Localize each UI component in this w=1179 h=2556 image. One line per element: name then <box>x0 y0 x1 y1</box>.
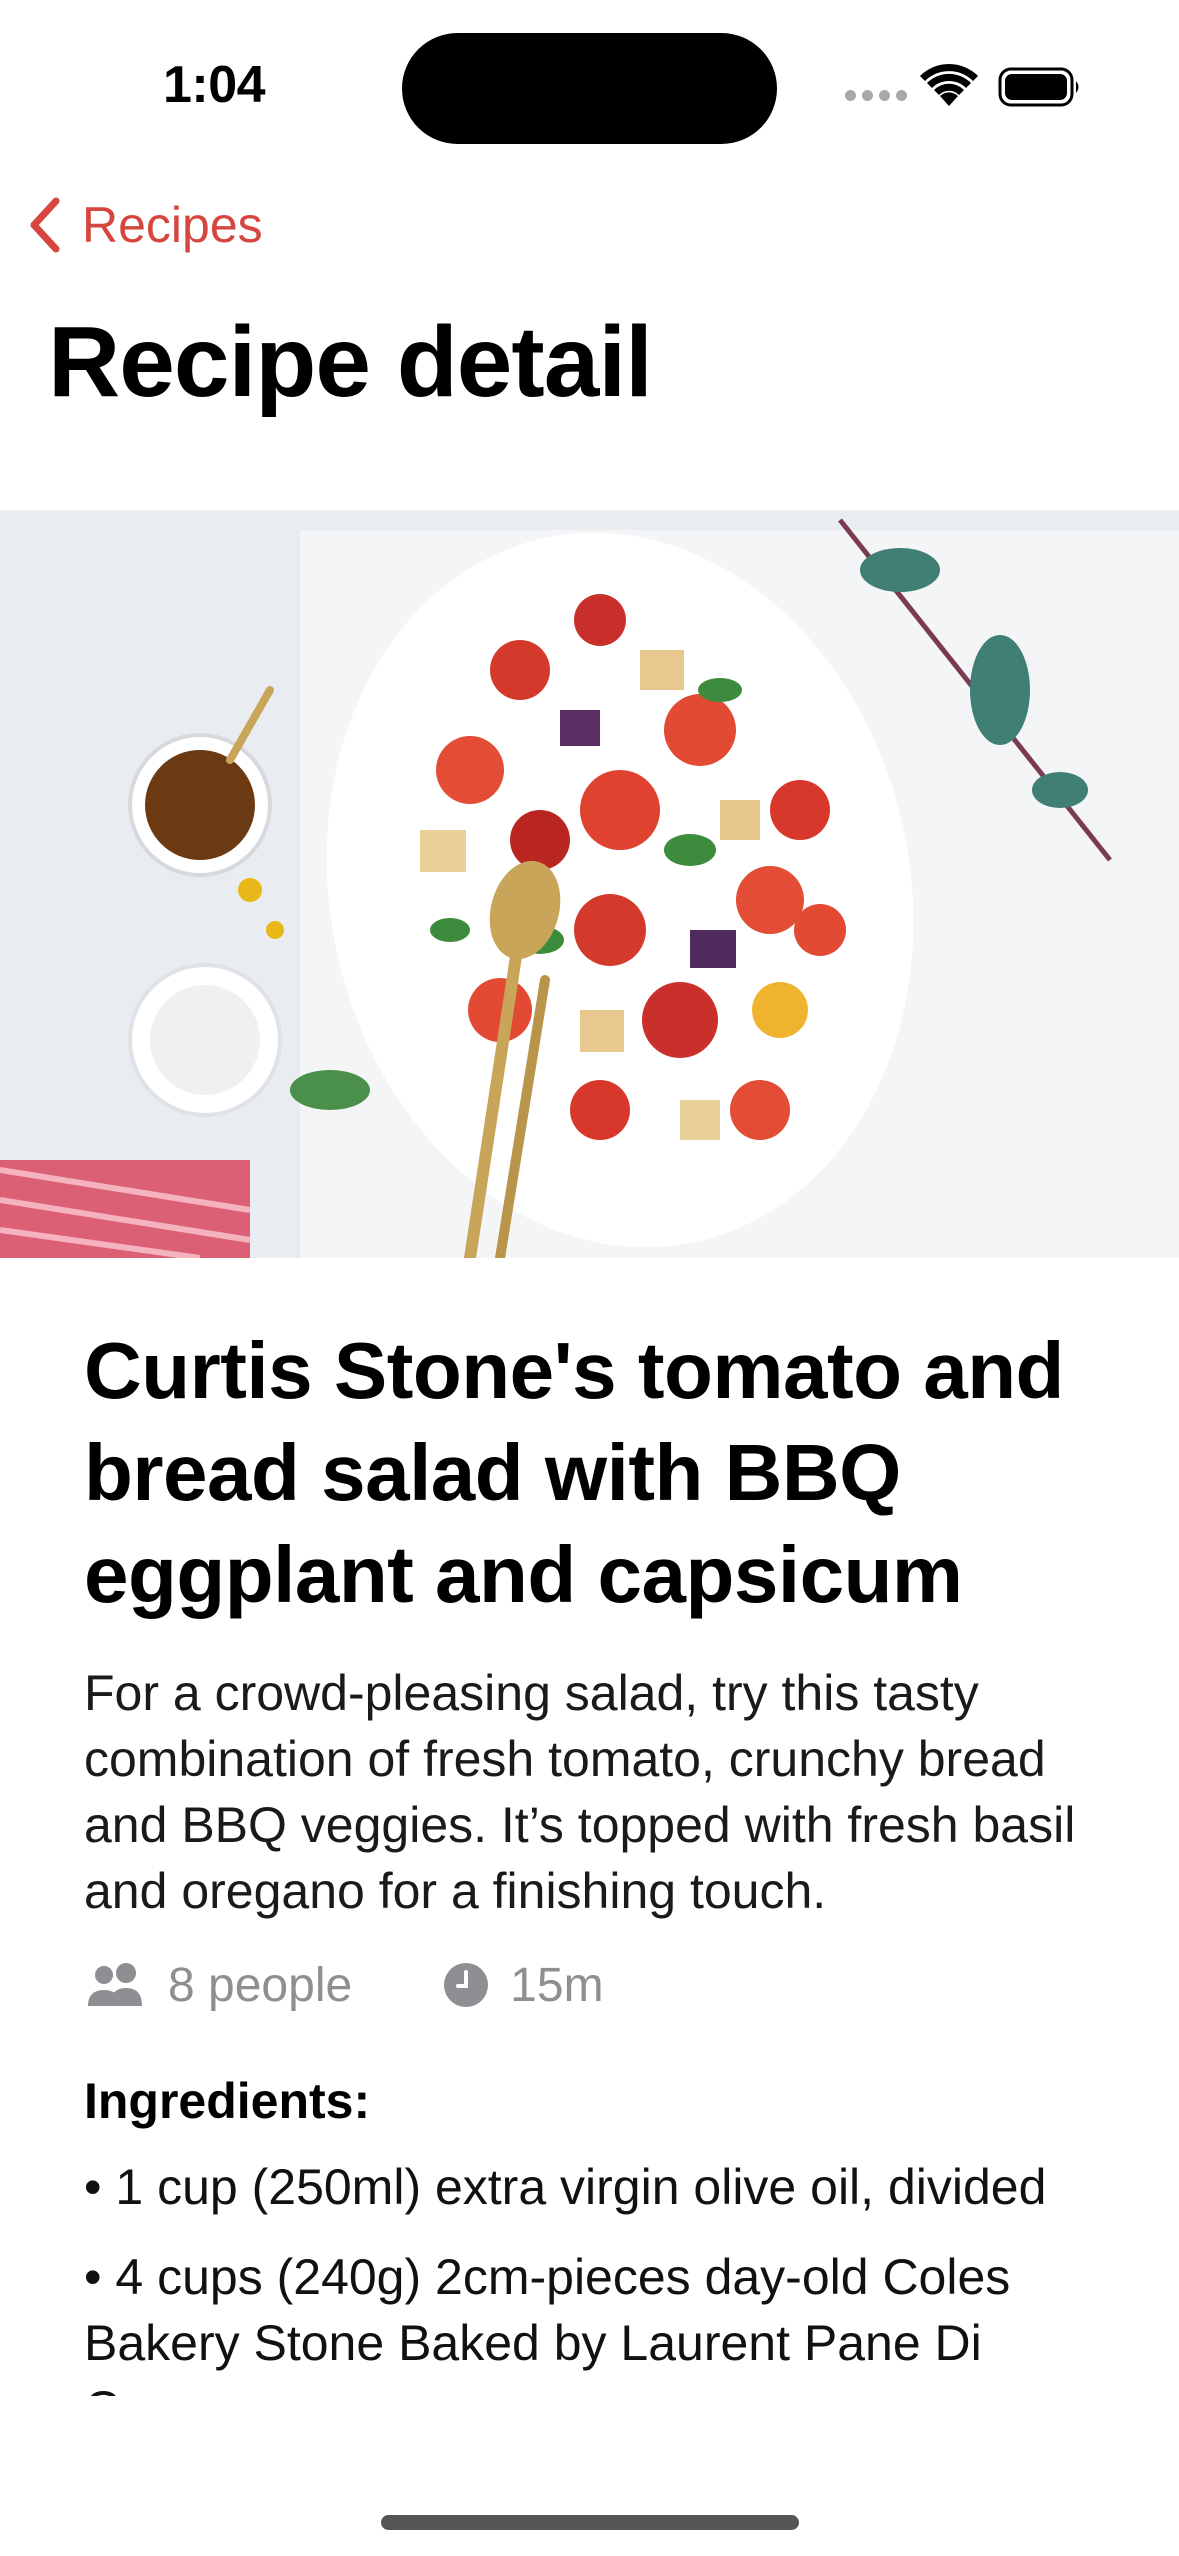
status-time: 1:04 <box>163 56 266 114</box>
recipe-title: Curtis Stone's tomato and bread salad wi… <box>84 1326 1064 1619</box>
chevron-left-icon <box>30 197 60 253</box>
bottom-safe-area <box>0 2396 1179 2556</box>
ingredient-item: 1 cup (250ml) extra virgin olive oil, di… <box>84 2154 1104 2220</box>
battery-icon <box>998 67 1079 107</box>
dynamic-island <box>402 33 777 144</box>
recipe-detail-screen: 1:04 Recipes Recipe detail Curtis Stone'… <box>0 0 1179 2556</box>
recipe-description: For a crowd-pleasing salad, try this tas… <box>84 1665 1076 1919</box>
back-button[interactable]: Recipes <box>24 190 263 260</box>
recipe-hero-image <box>0 510 1179 1258</box>
wifi-icon <box>920 63 978 106</box>
recipe-content: Curtis Stone's tomato and bread salad wi… <box>84 1320 1104 2466</box>
time-label: 15m <box>510 1958 604 2012</box>
status-bar: 1:04 <box>0 0 1179 150</box>
people-icon <box>88 1963 142 2006</box>
ingredients-heading: Ingredients: <box>84 2073 371 2129</box>
home-indicator[interactable] <box>381 2515 799 2530</box>
servings-label: 8 people <box>168 1958 353 2012</box>
time-info: 15m <box>442 1958 604 2013</box>
clock-icon <box>444 1963 489 2007</box>
servings-info: 8 people <box>84 1958 352 2013</box>
page-title: Recipe detail <box>48 306 653 418</box>
recipe-meta: 8 people 15m <box>84 1950 1104 2020</box>
back-button-label: Recipes <box>82 197 263 253</box>
cellular-signal-icon <box>845 90 907 104</box>
